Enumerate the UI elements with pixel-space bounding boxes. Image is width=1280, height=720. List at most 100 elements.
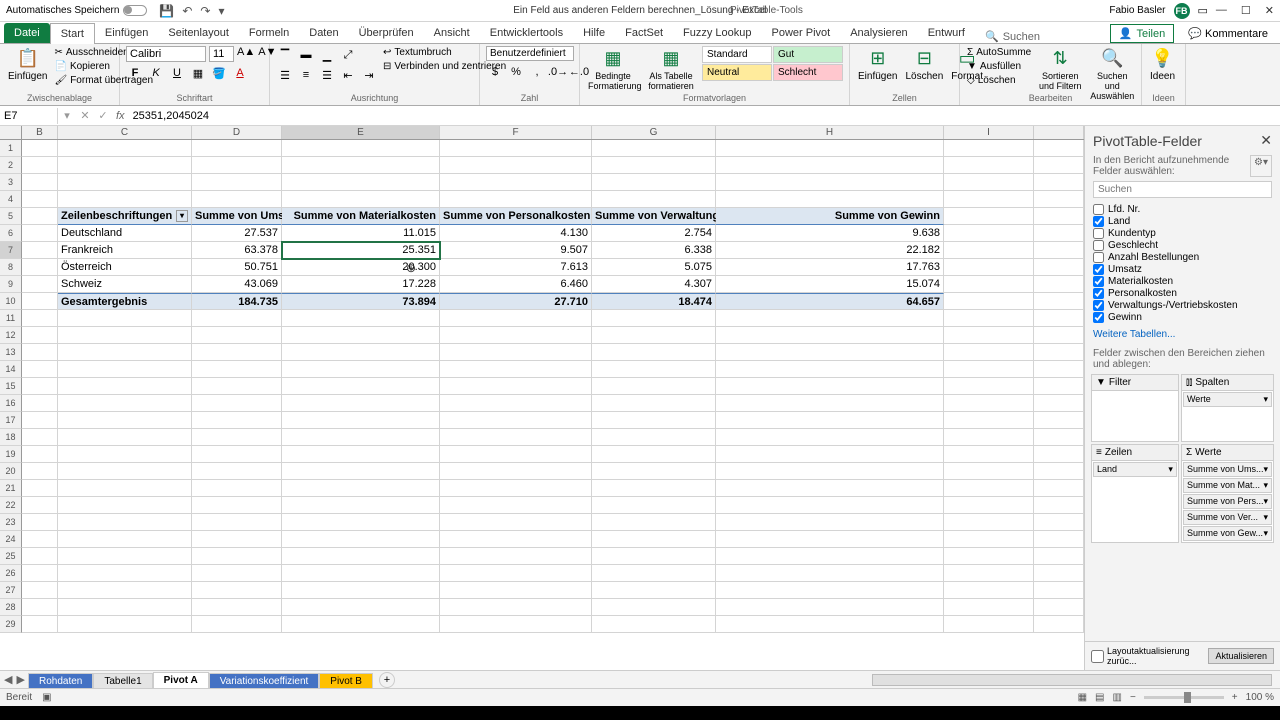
row-header[interactable]: 2 xyxy=(0,157,22,174)
row-labels-dropdown[interactable]: ▾ xyxy=(176,210,188,222)
tab-analyze[interactable]: Analysieren xyxy=(840,23,917,43)
columns-area[interactable]: ⫾⫾Spalten Werte▾ xyxy=(1181,374,1274,442)
search-icon[interactable]: 🔍 xyxy=(985,30,999,43)
autosum-button[interactable]: ΣAutoSumme xyxy=(966,46,1032,59)
field-checkbox[interactable] xyxy=(1093,216,1104,227)
field-item[interactable]: Materialkosten xyxy=(1093,276,1272,287)
defer-layout-checkbox[interactable] xyxy=(1091,650,1104,663)
align-bottom-button[interactable]: ▁ xyxy=(318,46,336,64)
tab-nav-next[interactable]: ▶ xyxy=(16,673,24,686)
delete-cells-button[interactable]: ⊟Löschen xyxy=(903,46,945,84)
field-checkbox[interactable] xyxy=(1093,204,1104,215)
tab-insert[interactable]: Einfügen xyxy=(95,23,158,43)
field-checkbox[interactable] xyxy=(1093,300,1104,311)
name-box-dropdown[interactable]: ▾ xyxy=(58,109,76,122)
area-item[interactable]: Summe von Gew...▾ xyxy=(1183,526,1272,541)
tab-home[interactable]: Start xyxy=(50,23,95,44)
comments-button[interactable]: 💬 Kommentare xyxy=(1180,25,1276,42)
row-header[interactable]: 25 xyxy=(0,548,22,565)
align-right-button[interactable]: ☰ xyxy=(318,66,336,84)
percent-button[interactable]: % xyxy=(507,63,525,81)
autosave-toggle[interactable] xyxy=(123,5,147,16)
italic-button[interactable]: K xyxy=(147,64,165,82)
row-header[interactable]: 23 xyxy=(0,514,22,531)
font-name-input[interactable] xyxy=(126,46,206,62)
filter-area[interactable]: ▼Filter xyxy=(1091,374,1179,442)
orientation-button[interactable]: ⤢ xyxy=(339,46,357,64)
col-header[interactable]: E xyxy=(282,126,440,139)
row-header[interactable]: 4 xyxy=(0,191,22,208)
field-item[interactable]: Personalkosten xyxy=(1093,288,1272,299)
area-item[interactable]: Summe von Ver...▾ xyxy=(1183,510,1272,525)
area-item[interactable]: Werte▾ xyxy=(1183,392,1272,407)
tab-pagelayout[interactable]: Seitenlayout xyxy=(158,23,239,43)
zoom-slider[interactable] xyxy=(1144,696,1224,699)
user-avatar[interactable]: FB xyxy=(1174,3,1190,19)
comma-button[interactable]: , xyxy=(528,63,546,81)
field-search-input[interactable] xyxy=(1093,181,1272,198)
view-pagelayout-icon[interactable]: ▤ xyxy=(1095,692,1104,703)
field-item[interactable]: Umsatz xyxy=(1093,264,1272,275)
sheet-tab-variation[interactable]: Variationskoeffizient xyxy=(209,673,320,689)
zoom-in-button[interactable]: + xyxy=(1232,692,1238,703)
grow-font-button[interactable]: A▲ xyxy=(237,46,255,62)
field-item[interactable]: Anzahl Bestellungen xyxy=(1093,252,1272,263)
row-header[interactable]: 8 xyxy=(0,259,22,276)
row-header[interactable]: 15 xyxy=(0,378,22,395)
style-standard[interactable]: Standard xyxy=(702,46,772,63)
sort-filter-button[interactable]: ⇅Sortieren und Filtern xyxy=(1036,46,1084,93)
enter-formula-icon[interactable]: ✓ xyxy=(94,109,112,122)
row-header[interactable]: 9 xyxy=(0,276,22,293)
cell-styles-gallery[interactable]: Standard Gut Neutral Schlecht xyxy=(702,46,843,81)
view-normal-icon[interactable]: ▦ xyxy=(1078,692,1087,703)
fill-color-button[interactable]: 🪣 xyxy=(210,64,228,82)
row-header[interactable]: 7 xyxy=(0,242,22,259)
zoom-level[interactable]: 100 % xyxy=(1246,692,1274,703)
sheet-tab-pivot-b[interactable]: Pivot B xyxy=(319,673,373,689)
gear-icon[interactable]: ⚙▾ xyxy=(1250,155,1272,177)
cancel-formula-icon[interactable]: ✕ xyxy=(76,109,94,122)
save-icon[interactable]: 💾 xyxy=(159,4,174,18)
row-header[interactable]: 28 xyxy=(0,599,22,616)
row-header[interactable]: 1 xyxy=(0,140,22,157)
align-top-button[interactable]: ▔ xyxy=(276,46,294,64)
field-item[interactable]: Lfd. Nr. xyxy=(1093,204,1272,215)
field-checkbox[interactable] xyxy=(1093,240,1104,251)
row-header[interactable]: 21 xyxy=(0,480,22,497)
tab-developer[interactable]: Entwicklertools xyxy=(480,23,573,43)
minimize-icon[interactable]: — xyxy=(1216,4,1227,17)
record-macro-icon[interactable]: ▣ xyxy=(42,692,51,703)
field-checkbox[interactable] xyxy=(1093,312,1104,323)
align-middle-button[interactable]: ▬ xyxy=(297,46,315,64)
style-gut[interactable]: Gut xyxy=(773,46,843,63)
maximize-icon[interactable]: ☐ xyxy=(1241,4,1251,17)
row-header[interactable]: 27 xyxy=(0,582,22,599)
add-sheet-button[interactable]: + xyxy=(379,672,395,688)
bold-button[interactable]: F xyxy=(126,64,144,82)
indent-inc-button[interactable]: ⇥ xyxy=(360,66,378,84)
values-area[interactable]: ΣWerte Summe von Ums...▾Summe von Mat...… xyxy=(1181,444,1274,543)
area-item[interactable]: Land▾ xyxy=(1093,462,1177,477)
row-header[interactable]: 5 xyxy=(0,208,22,225)
row-header[interactable]: 11 xyxy=(0,310,22,327)
sheet-tab-rohdaten[interactable]: Rohdaten xyxy=(28,673,93,689)
view-pagebreak-icon[interactable]: ▥ xyxy=(1113,692,1122,703)
fill-button[interactable]: ▼Ausfüllen xyxy=(966,60,1032,73)
row-header[interactable]: 6 xyxy=(0,225,22,242)
col-header[interactable]: B xyxy=(22,126,58,139)
col-header[interactable]: F xyxy=(440,126,592,139)
row-header[interactable]: 29 xyxy=(0,616,22,633)
row-header[interactable]: 22 xyxy=(0,497,22,514)
border-button[interactable]: ▦ xyxy=(189,64,207,82)
close-icon[interactable]: ✕ xyxy=(1265,4,1274,17)
ribbon-display-icon[interactable]: ▭ xyxy=(1198,4,1208,17)
tab-formulas[interactable]: Formeln xyxy=(239,23,299,43)
row-header[interactable]: 3 xyxy=(0,174,22,191)
tab-data[interactable]: Daten xyxy=(299,23,348,43)
font-color-button[interactable]: A xyxy=(231,64,249,82)
col-header[interactable]: I xyxy=(944,126,1034,139)
tab-factset[interactable]: FactSet xyxy=(615,23,673,43)
area-item[interactable]: Summe von Pers...▾ xyxy=(1183,494,1272,509)
number-format-select[interactable] xyxy=(486,46,574,61)
row-header[interactable]: 14 xyxy=(0,361,22,378)
